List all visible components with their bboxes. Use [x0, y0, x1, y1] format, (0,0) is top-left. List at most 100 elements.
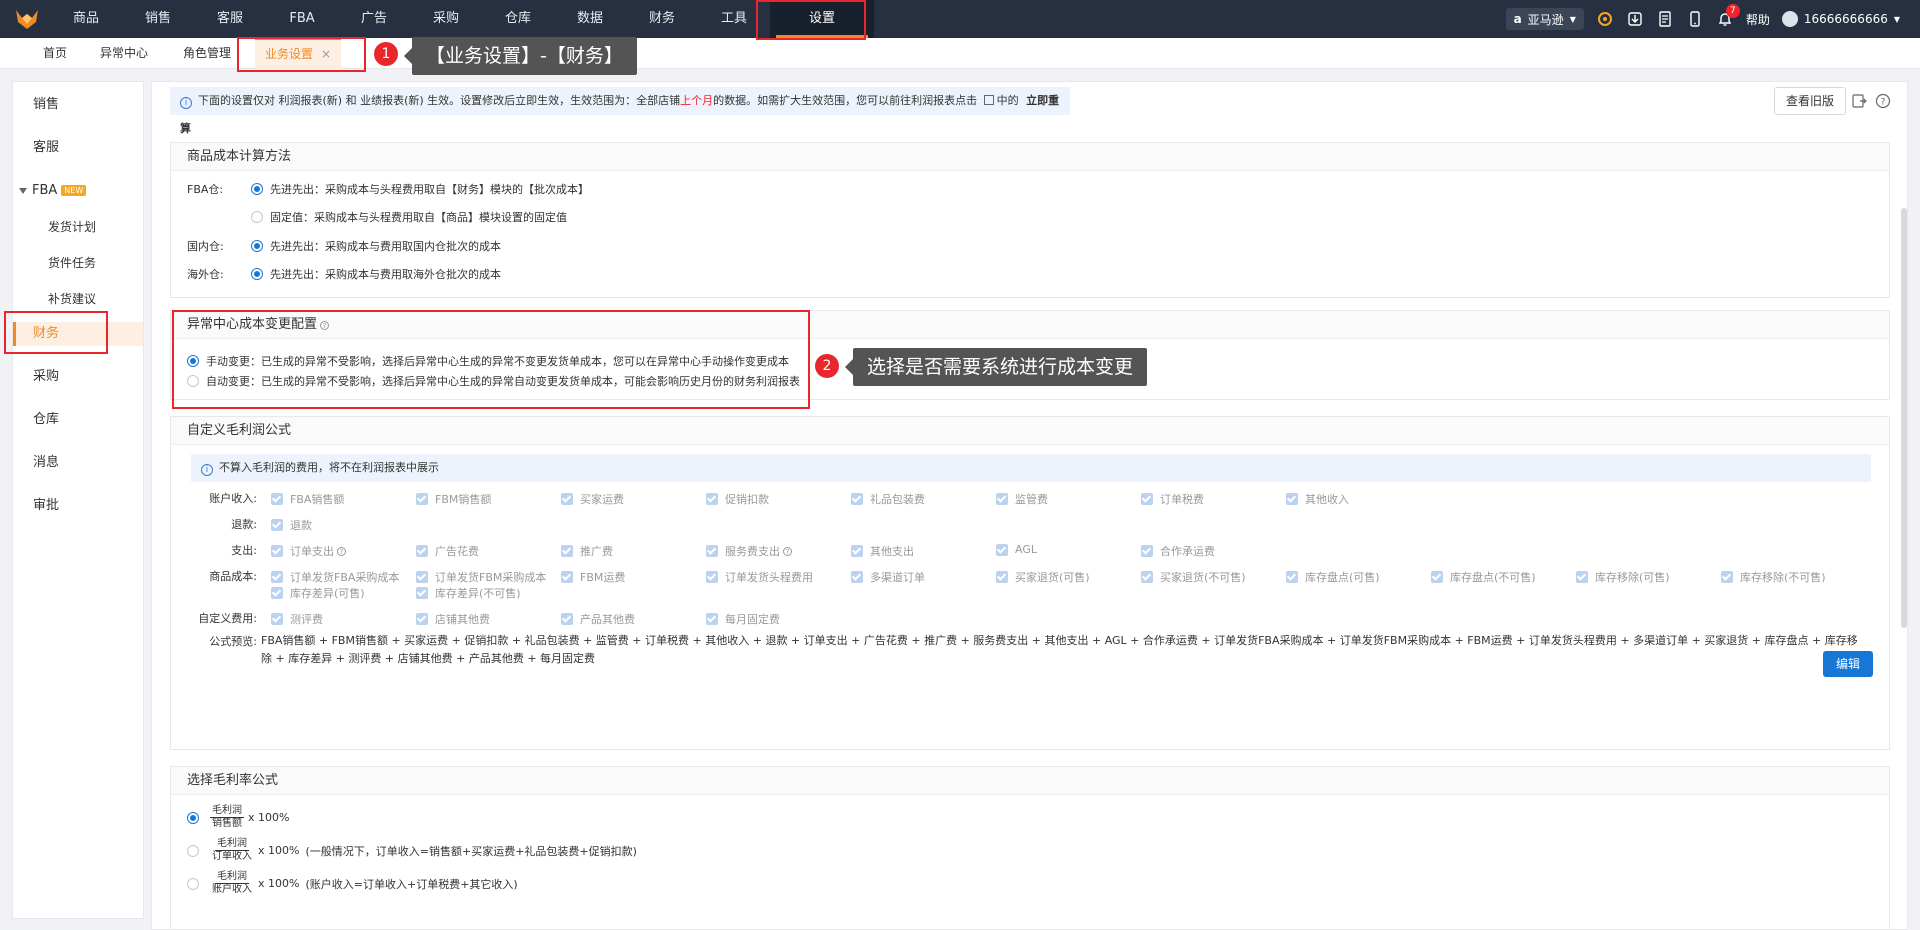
checkbox-checked[interactable] — [416, 587, 428, 599]
margin-option-sales[interactable]: 毛利润 销售额 x 100% — [187, 805, 289, 830]
checkbox-checked[interactable] — [996, 543, 1008, 556]
checkbox-diff-sellable[interactable]: 库存差异(可售) — [271, 585, 365, 601]
tab-home[interactable]: 首页 — [43, 38, 67, 69]
radio-unchecked[interactable] — [251, 211, 263, 223]
sidebar-item-message[interactable]: 消息 — [13, 451, 143, 475]
sidebar-item-ship-plan[interactable]: 发货计划 — [13, 215, 143, 239]
radio-checked[interactable] — [187, 811, 199, 824]
checkbox-agl[interactable]: AGL — [996, 543, 1037, 556]
checkbox-checked[interactable] — [1576, 571, 1588, 583]
sidebar-item-warehouse[interactable]: 仓库 — [13, 408, 143, 432]
checkbox-fbm-purchase-cost[interactable]: 订单发货FBM采购成本 — [416, 569, 546, 585]
close-icon[interactable]: × — [321, 47, 331, 61]
question-icon[interactable]: ? — [783, 546, 792, 556]
nav-purchase[interactable]: 采购 — [410, 0, 482, 38]
checkbox-checked[interactable] — [996, 571, 1008, 583]
checkbox-monthly-fixed-fee[interactable]: 每月固定费 — [706, 611, 780, 627]
checkbox-checked[interactable] — [1431, 571, 1443, 583]
question-icon[interactable]: ? — [337, 546, 346, 556]
nav-products[interactable]: 商品 — [50, 0, 122, 38]
site-select[interactable]: a 亚马逊 ▼ — [1505, 8, 1584, 30]
checkbox-checked[interactable] — [416, 571, 428, 583]
radio-unchecked[interactable] — [187, 877, 199, 890]
radio-checked[interactable] — [187, 355, 199, 367]
checkbox-checked[interactable] — [271, 571, 283, 583]
checkbox-checked[interactable] — [271, 545, 283, 557]
checkbox-buyer-shipping[interactable]: 买家运费 — [561, 491, 624, 507]
checkbox-fbm-sales[interactable]: FBM销售额 — [416, 491, 491, 507]
sidebar-item-approval[interactable]: 审批 — [13, 494, 143, 518]
checkbox-checked[interactable] — [271, 493, 283, 505]
checkbox-checked[interactable] — [1141, 571, 1153, 583]
nav-data[interactable]: 数据 — [554, 0, 626, 38]
help-link[interactable]: 帮助 — [1746, 11, 1770, 28]
coin-icon[interactable] — [1596, 10, 1614, 28]
checkbox-removal-sellable[interactable]: 库存移除(可售) — [1576, 569, 1670, 585]
checkbox-removal-unsellable[interactable]: 库存移除(不可售) — [1721, 569, 1826, 585]
checkbox-checked[interactable] — [706, 613, 718, 625]
checkbox-partner-carrier[interactable]: 合作承运费 — [1141, 543, 1215, 559]
checkbox-checked[interactable] — [851, 493, 863, 505]
nav-sales[interactable]: 销售 — [122, 0, 194, 38]
bell-icon[interactable]: 7 — [1716, 4, 1740, 28]
checkbox-other-income[interactable]: 其他收入 — [1286, 491, 1349, 507]
checkbox-count-unsellable[interactable]: 库存盘点(不可售) — [1431, 569, 1536, 585]
sidebar-item-restock[interactable]: 补货建议 — [13, 287, 143, 311]
nav-ads[interactable]: 广告 — [338, 0, 410, 38]
checkbox-checked[interactable] — [706, 545, 718, 557]
checkbox-checked[interactable] — [1141, 545, 1153, 557]
nav-finance[interactable]: 财务 — [626, 0, 698, 38]
domestic-fifo-option[interactable]: 先进先出：采购成本与费用取国内仓批次的成本 — [251, 238, 501, 254]
checkbox-refund[interactable]: 退款 — [271, 517, 312, 533]
edit-button[interactable]: 编辑 — [1823, 651, 1873, 677]
checkbox-fba-sales[interactable]: FBA销售额 — [271, 491, 344, 507]
checkbox-promotion-fee[interactable]: 推广费 — [561, 543, 613, 559]
checkbox-checked[interactable] — [851, 571, 863, 583]
task-list-icon[interactable] — [1656, 10, 1674, 28]
radio-checked[interactable] — [251, 183, 263, 195]
checkbox-product-other-fee[interactable]: 产品其他费 — [561, 611, 635, 627]
question-icon[interactable]: ? — [320, 321, 330, 330]
sidebar-item-cargo[interactable]: 货件任务 — [13, 251, 143, 275]
export-icon[interactable] — [1851, 93, 1867, 109]
auto-change-option[interactable]: 自动变更：已生成的异常不受影响，选择后异常中心生成的异常自动变更发货单成本，可能… — [187, 373, 800, 389]
radio-checked[interactable] — [251, 240, 263, 252]
checkbox-ad-spend[interactable]: 广告花费 — [416, 543, 479, 559]
checkbox-checked[interactable] — [416, 613, 428, 625]
checkbox-fbm-shipping[interactable]: FBM运费 — [561, 569, 625, 585]
checkbox-checked[interactable] — [561, 613, 573, 625]
checkbox-order-tax[interactable]: 订单税费 — [1141, 491, 1204, 507]
sidebar-item-sales[interactable]: 销售 — [13, 93, 143, 117]
checkbox-promo-deduction[interactable]: 促销扣款 — [706, 491, 769, 507]
checkbox-checked[interactable] — [416, 545, 428, 557]
sidebar-item-service[interactable]: 客服 — [13, 136, 143, 160]
fba-fixed-option[interactable]: 固定值：采购成本与头程费用取自【商品】模块设置的固定值 — [251, 209, 567, 225]
view-old-version-button[interactable]: 查看旧版 — [1774, 87, 1846, 115]
checkbox-other-expense[interactable]: 其他支出 — [851, 543, 914, 559]
user-menu[interactable]: 16666666666 ▼ — [1781, 11, 1900, 27]
checkbox-service-fee[interactable]: 服务费支出? — [706, 543, 792, 559]
nav-tools[interactable]: 工具 — [698, 0, 770, 38]
checkbox-checked[interactable] — [1141, 493, 1153, 505]
checkbox-return-sellable[interactable]: 买家退货(可售) — [996, 569, 1090, 585]
tab-exception-center[interactable]: 异常中心 — [100, 38, 148, 69]
overseas-fifo-option[interactable]: 先进先出：采购成本与费用取海外仓批次的成本 — [251, 266, 501, 282]
tab-role-management[interactable]: 角色管理 — [183, 38, 231, 69]
checkbox-checked[interactable] — [996, 493, 1008, 505]
checkbox-store-other-fee[interactable]: 店铺其他费 — [416, 611, 490, 627]
nav-service[interactable]: 客服 — [194, 0, 266, 38]
checkbox-checked[interactable] — [271, 587, 283, 599]
checkbox-return-unsellable[interactable]: 买家退货(不可售) — [1141, 569, 1246, 585]
checkbox-checked[interactable] — [416, 493, 428, 505]
radio-unchecked[interactable] — [187, 375, 199, 387]
fba-fifo-option[interactable]: 先进先出：采购成本与头程费用取自【财务】模块的【批次成本】 — [251, 181, 589, 197]
checkbox-fba-purchase-cost[interactable]: 订单发货FBA采购成本 — [271, 569, 399, 585]
radio-unchecked[interactable] — [187, 844, 199, 857]
checkbox-order-expense[interactable]: 订单支出? — [271, 543, 346, 559]
checkbox-gift-wrap[interactable]: 礼品包装费 — [851, 491, 925, 507]
checkbox-diff-unsellable[interactable]: 库存差异(不可售) — [416, 585, 521, 601]
checkbox-checked[interactable] — [851, 545, 863, 557]
checkbox-checked[interactable] — [271, 613, 283, 625]
nav-settings[interactable]: 设置 — [770, 0, 874, 38]
checkbox-checked[interactable] — [561, 571, 573, 583]
